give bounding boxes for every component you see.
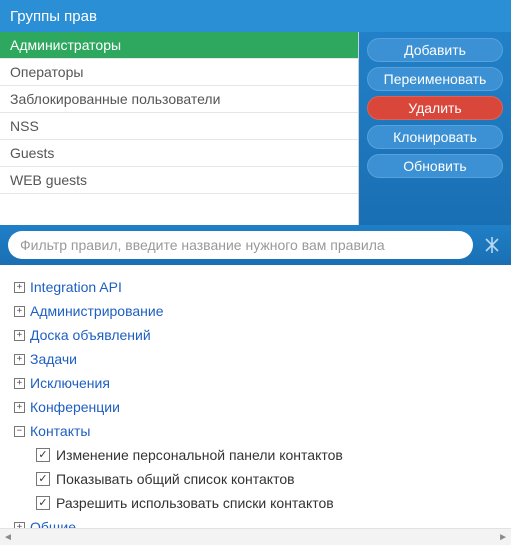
tree-leaf[interactable]: ✓ Изменение персональной панели контактов	[36, 443, 507, 467]
action-button-column: Добавить Переименовать Удалить Клонирова…	[359, 32, 511, 225]
rename-button[interactable]: Переименовать	[367, 67, 503, 91]
tree-node[interactable]: + Доска объявлений	[14, 323, 507, 347]
tree-node[interactable]: + Integration API	[14, 275, 507, 299]
group-item[interactable]: Операторы	[0, 59, 358, 86]
tree-node-label[interactable]: Исключения	[30, 373, 110, 393]
group-list-column: АдминистраторыОператорыЗаблокированные п…	[0, 32, 359, 225]
group-item[interactable]: Администраторы	[0, 32, 358, 59]
tree-node[interactable]: + Исключения	[14, 371, 507, 395]
tree-node-label[interactable]: Доска объявлений	[30, 325, 151, 345]
clone-button[interactable]: Клонировать	[367, 125, 503, 149]
tree-node[interactable]: + Общие	[14, 515, 507, 528]
delete-button[interactable]: Удалить	[367, 96, 503, 120]
tree-node-label[interactable]: Общие	[30, 517, 76, 528]
checkbox-icon[interactable]: ✓	[36, 448, 50, 462]
expand-icon[interactable]: +	[14, 354, 25, 365]
tree-node[interactable]: + Администрирование	[14, 299, 507, 323]
tree-children: ✓ Изменение персональной панели контактов…	[14, 443, 507, 515]
rules-tree: + Integration API + Администрирование + Доска…	[0, 265, 511, 528]
expand-icon[interactable]: +	[14, 282, 25, 293]
expand-icon[interactable]: +	[14, 306, 25, 317]
expand-icon[interactable]: +	[14, 402, 25, 413]
group-item[interactable]: Guests	[0, 140, 358, 167]
tree-node-label[interactable]: Integration API	[30, 277, 122, 297]
horizontal-scrollbar[interactable]: ◄ ►	[0, 528, 511, 545]
checkbox-icon[interactable]: ✓	[36, 472, 50, 486]
tree-node-label[interactable]: Конференции	[30, 397, 120, 417]
expand-icon[interactable]: +	[14, 330, 25, 341]
tree-node-label[interactable]: Задачи	[30, 349, 77, 369]
tree-node-label[interactable]: Контакты	[30, 421, 90, 441]
tree-leaf[interactable]: ✓ Разрешить использовать списки контактов	[36, 491, 507, 515]
tree-node[interactable]: −Контакты	[14, 419, 507, 443]
scroll-left-arrow[interactable]: ◄	[3, 532, 13, 543]
checkbox-icon[interactable]: ✓	[36, 496, 50, 510]
tree-leaf-label: Изменение персональной панели контактов	[56, 445, 343, 465]
panel-header: Группы прав	[0, 0, 511, 32]
filter-reset-icon[interactable]	[481, 234, 503, 256]
tree-leaf-label: Показывать общий список контактов	[56, 469, 295, 489]
tree-node[interactable]: + Конференции	[14, 395, 507, 419]
tree-node-label[interactable]: Администрирование	[30, 301, 164, 321]
expand-icon[interactable]: +	[14, 378, 25, 389]
add-button[interactable]: Добавить	[367, 38, 503, 62]
tree-node[interactable]: + Задачи	[14, 347, 507, 371]
rules-tree-scroll[interactable]: + Integration API + Администрирование + Доска…	[0, 265, 511, 528]
top-section: АдминистраторыОператорыЗаблокированные п…	[0, 32, 511, 225]
group-item[interactable]: WEB guests	[0, 167, 358, 194]
expand-icon[interactable]: +	[14, 522, 25, 529]
group-item[interactable]: Заблокированные пользователи	[0, 86, 358, 113]
filter-input[interactable]	[8, 231, 473, 259]
collapse-icon[interactable]: −	[14, 426, 25, 437]
filter-bar	[0, 225, 511, 265]
group-item[interactable]: NSS	[0, 113, 358, 140]
panel-title: Группы прав	[10, 8, 97, 25]
group-list[interactable]: АдминистраторыОператорыЗаблокированные п…	[0, 32, 358, 225]
scroll-right-arrow[interactable]: ►	[498, 532, 508, 543]
tree-leaf[interactable]: ✓ Показывать общий список контактов	[36, 467, 507, 491]
tree-leaf-label: Разрешить использовать списки контактов	[56, 493, 334, 513]
refresh-button[interactable]: Обновить	[367, 154, 503, 178]
